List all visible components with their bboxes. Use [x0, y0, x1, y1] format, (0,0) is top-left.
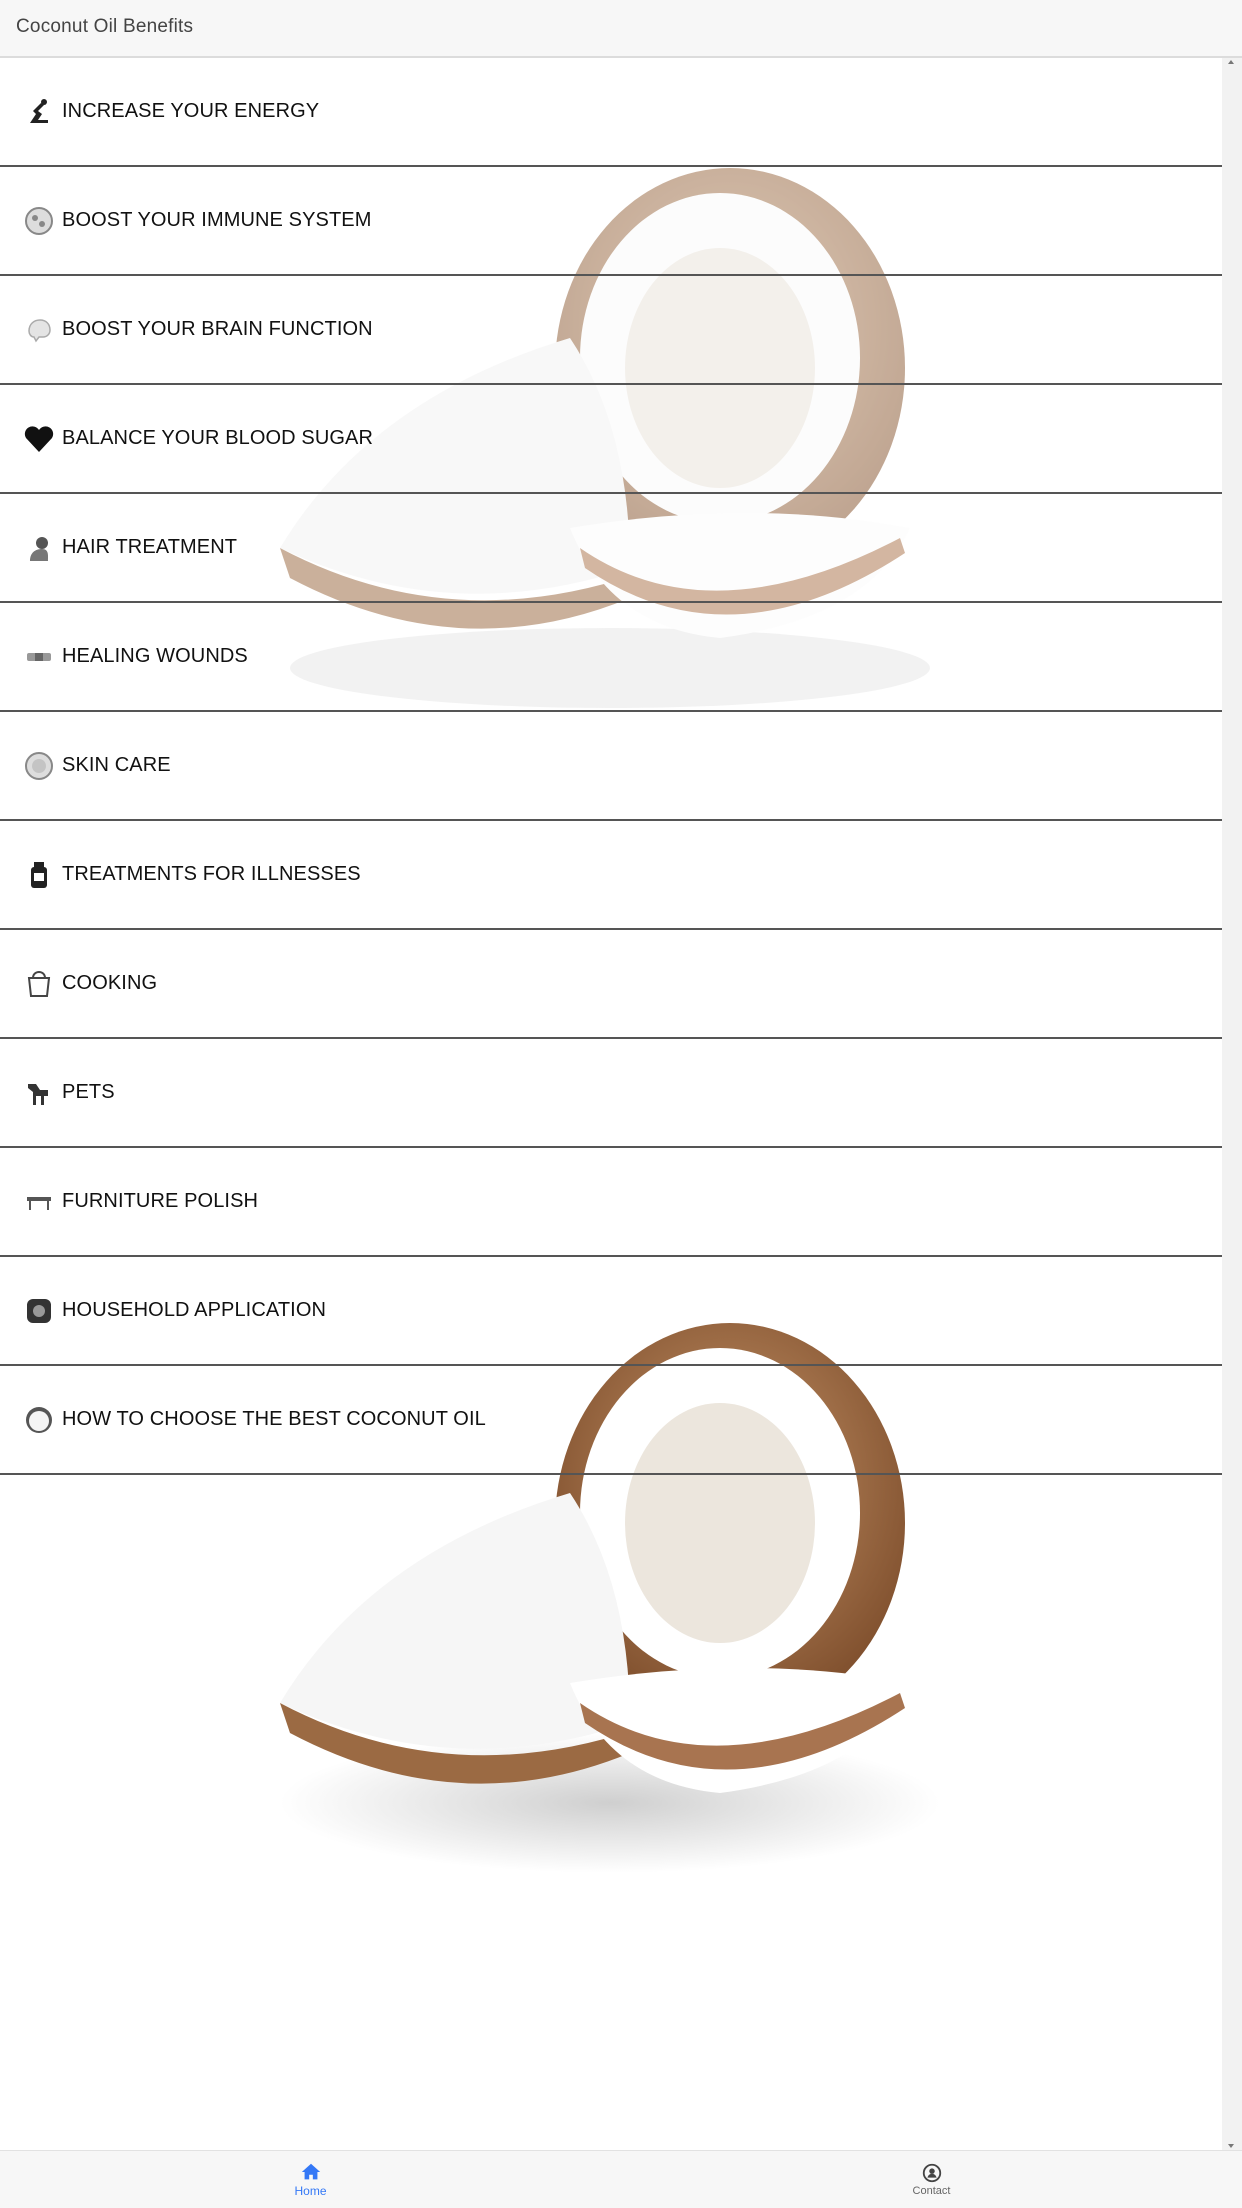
- list-item-label: TREATMENTS FOR ILLNESSES: [62, 863, 361, 885]
- skin-icon: [22, 749, 56, 783]
- tab-home[interactable]: Home: [0, 2151, 621, 2208]
- tab-home-label: Home: [294, 2184, 327, 2198]
- scroll-down-arrow-icon[interactable]: [1228, 2144, 1234, 2148]
- pet-icon: [22, 1076, 56, 1110]
- brain-icon: [22, 313, 56, 347]
- contact-icon: [922, 2163, 941, 2183]
- list-item-healing-wounds[interactable]: HEALING WOUNDS: [0, 603, 1222, 712]
- list-item-brain-function[interactable]: BOOST YOUR BRAIN FUNCTION: [0, 276, 1222, 385]
- list-item-cooking[interactable]: COOKING: [0, 930, 1222, 1039]
- home-icon: [301, 2163, 320, 2180]
- bandage-icon: [22, 640, 56, 674]
- list-item-label: HOW TO CHOOSE THE BEST COCONUT OIL: [62, 1408, 486, 1430]
- scroll-up-arrow-icon[interactable]: [1228, 60, 1234, 64]
- menu-content[interactable]: INCREASE YOUR ENERGY BOOST YOUR IMMUNE S…: [0, 58, 1222, 2150]
- list-item-label: INCREASE YOUR ENERGY: [62, 100, 320, 122]
- list-item-increase-energy[interactable]: INCREASE YOUR ENERGY: [0, 58, 1222, 167]
- list-item-label: COOKING: [62, 972, 158, 994]
- app-window: Coconut Oil Benefits INCREASE YOUR ENERG…: [0, 0, 1242, 2208]
- heart-icon: [22, 422, 56, 456]
- list-item-label: FURNITURE POLISH: [62, 1190, 259, 1212]
- list-item-skin-care[interactable]: SKIN CARE: [0, 712, 1222, 821]
- vertical-scrollbar[interactable]: [1222, 58, 1242, 2150]
- tab-contact[interactable]: Contact: [621, 2151, 1242, 2208]
- cooking-pot-icon: [22, 967, 56, 1001]
- list-item-label: SKIN CARE: [62, 754, 171, 776]
- list-item-choose-coconut-oil[interactable]: HOW TO CHOOSE THE BEST COCONUT OIL: [0, 1366, 1222, 1475]
- benefits-list: INCREASE YOUR ENERGY BOOST YOUR IMMUNE S…: [0, 58, 1222, 1475]
- list-item-hair-treatment[interactable]: HAIR TREATMENT: [0, 494, 1222, 603]
- list-item-blood-sugar[interactable]: BALANCE YOUR BLOOD SUGAR: [0, 385, 1222, 494]
- list-item-treatments-illnesses[interactable]: TREATMENTS FOR ILLNESSES: [0, 821, 1222, 930]
- list-item-label: BALANCE YOUR BLOOD SUGAR: [62, 427, 374, 449]
- list-item-pets[interactable]: PETS: [0, 1039, 1222, 1148]
- medicine-bottle-icon: [22, 858, 56, 892]
- household-icon: [22, 1294, 56, 1328]
- list-item-label: BOOST YOUR IMMUNE SYSTEM: [62, 209, 372, 231]
- coconut-icon: [22, 1403, 56, 1437]
- list-item-label: HAIR TREATMENT: [62, 536, 238, 558]
- header-bar: Coconut Oil Benefits: [0, 0, 1242, 58]
- hair-icon: [22, 531, 56, 565]
- page-title: Coconut Oil Benefits: [16, 16, 194, 37]
- list-item-label: PETS: [62, 1081, 115, 1103]
- list-item-label: HEALING WOUNDS: [62, 645, 248, 667]
- energy-icon: [22, 95, 56, 129]
- list-item-household-application[interactable]: HOUSEHOLD APPLICATION: [0, 1257, 1222, 1366]
- list-item-label: BOOST YOUR BRAIN FUNCTION: [62, 318, 373, 340]
- list-item-furniture-polish[interactable]: FURNITURE POLISH: [0, 1148, 1222, 1257]
- furniture-icon: [22, 1185, 56, 1219]
- tab-contact-label: Contact: [912, 2185, 951, 2197]
- immune-icon: [22, 204, 56, 238]
- bottom-tab-bar: Home Contact: [0, 2150, 1242, 2208]
- list-item-label: HOUSEHOLD APPLICATION: [62, 1299, 327, 1321]
- list-item-immune-system[interactable]: BOOST YOUR IMMUNE SYSTEM: [0, 167, 1222, 276]
